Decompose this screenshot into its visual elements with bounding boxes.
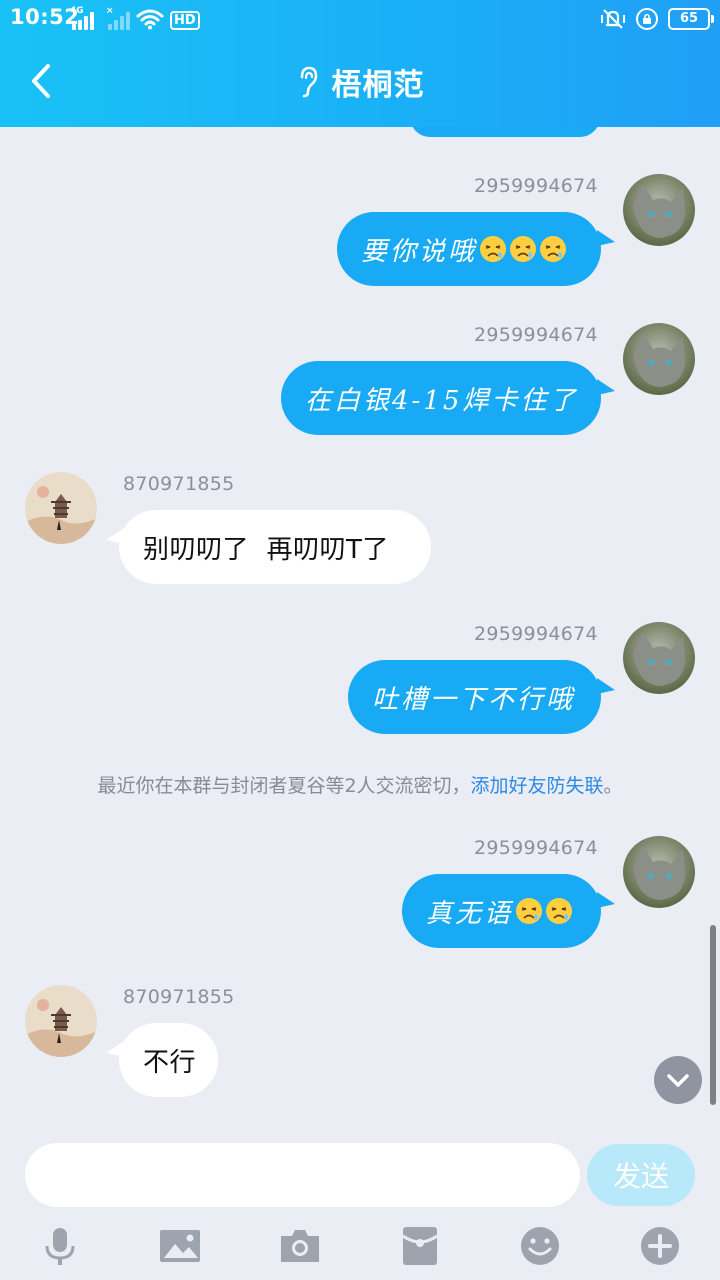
tired-face-emoji: [546, 898, 573, 924]
pagoda-avatar-image: [25, 985, 97, 1057]
message-text: 真无语: [426, 898, 514, 929]
avatar[interactable]: [623, 323, 695, 395]
tired-face-emoji: [510, 236, 537, 262]
bubble-tail: [597, 379, 615, 395]
bubble-tail: [597, 678, 615, 694]
camera-icon[interactable]: [278, 1224, 322, 1268]
chevron-down-icon: [667, 1074, 689, 1087]
message-bubble-incoming[interactable]: 别叨叨了 再叨叨T了: [119, 510, 431, 584]
send-button[interactable]: 发送: [587, 1144, 695, 1206]
status-bar: 10:52 4G × HD 65: [0, 0, 720, 38]
avatar[interactable]: [623, 174, 695, 246]
title-wrap: 梧桐范: [0, 60, 720, 104]
message-text: 吐槽一下不行哦: [372, 684, 576, 715]
sender-id: 2959994674: [474, 175, 598, 197]
bubble-tail: [597, 230, 615, 246]
chat-header: 10:52 4G × HD 65 梧桐范: [0, 0, 720, 127]
add-friend-link[interactable]: 添加好友防失联: [471, 775, 604, 797]
microphone-icon[interactable]: [38, 1224, 82, 1268]
message-input[interactable]: [25, 1143, 580, 1207]
plus-icon[interactable]: [638, 1224, 682, 1268]
sender-id: 2959994674: [474, 837, 598, 859]
cat-avatar-image: [623, 836, 695, 908]
image-icon[interactable]: [158, 1224, 202, 1268]
sender-id: 2959994674: [474, 324, 598, 346]
partial-message-bubble: [410, 127, 600, 137]
avatar[interactable]: [25, 472, 97, 544]
system-notice: 最近你在本群与封闭者夏谷等2人交流密切，添加好友防失联。: [0, 771, 720, 798]
message-bubble-outgoing[interactable]: 真无语: [402, 874, 601, 948]
chat-message-list[interactable]: 2959994674 要你说哦 2959994674 在白银4-15焊卡住了 8…: [0, 127, 720, 1137]
bubble-tail: [597, 892, 615, 908]
scrollbar[interactable]: [710, 925, 716, 1105]
system-notice-text: 最近你在本群与封闭者夏谷等2人交流密切，: [97, 775, 471, 797]
ear-icon[interactable]: [296, 65, 320, 99]
page-title: 梧桐范: [331, 68, 425, 103]
message-bubble-outgoing[interactable]: 要你说哦: [337, 212, 601, 286]
cat-avatar-image: [623, 622, 695, 694]
sender-id: 870971855: [123, 473, 235, 495]
tired-face-emoji: [540, 236, 567, 262]
scroll-to-bottom-button[interactable]: [654, 1056, 702, 1104]
wifi-icon: [136, 9, 164, 30]
status-right-icons: 65: [600, 7, 714, 31]
tired-face-emoji: [516, 898, 543, 924]
message-bubble-outgoing[interactable]: 吐槽一下不行哦: [348, 660, 601, 734]
red-packet-icon[interactable]: [398, 1224, 442, 1268]
input-toolbar: [0, 1218, 720, 1280]
rotation-lock-icon: [636, 8, 658, 30]
signal-icon: 4G: [70, 6, 94, 30]
sender-id: 870971855: [123, 986, 235, 1008]
emoji-icon[interactable]: [518, 1224, 562, 1268]
pagoda-avatar-image: [25, 472, 97, 544]
avatar[interactable]: [25, 985, 97, 1057]
cat-avatar-image: [623, 323, 695, 395]
status-time: 10:52: [10, 5, 80, 29]
battery-indicator: 65: [668, 8, 714, 30]
message-text: 不行: [143, 1047, 197, 1078]
vibrate-bell-icon: [601, 9, 625, 29]
message-text: 别叨叨了 再叨叨T了: [143, 534, 389, 565]
message-text: 在白银4-15焊卡住了: [305, 385, 579, 416]
signal-no-service-icon: ×: [106, 6, 130, 30]
cat-avatar-image: [623, 174, 695, 246]
hd-badge: HD: [170, 11, 200, 30]
sender-id: 2959994674: [474, 623, 598, 645]
system-notice-suffix: 。: [603, 775, 623, 797]
avatar[interactable]: [623, 622, 695, 694]
message-bubble-incoming[interactable]: 不行: [119, 1023, 218, 1097]
tired-face-emoji: [480, 236, 507, 262]
status-left-icons: 4G × HD: [70, 6, 200, 30]
message-text: 要你说哦: [361, 236, 478, 267]
avatar[interactable]: [623, 836, 695, 908]
message-bubble-outgoing[interactable]: 在白银4-15焊卡住了: [281, 361, 601, 435]
